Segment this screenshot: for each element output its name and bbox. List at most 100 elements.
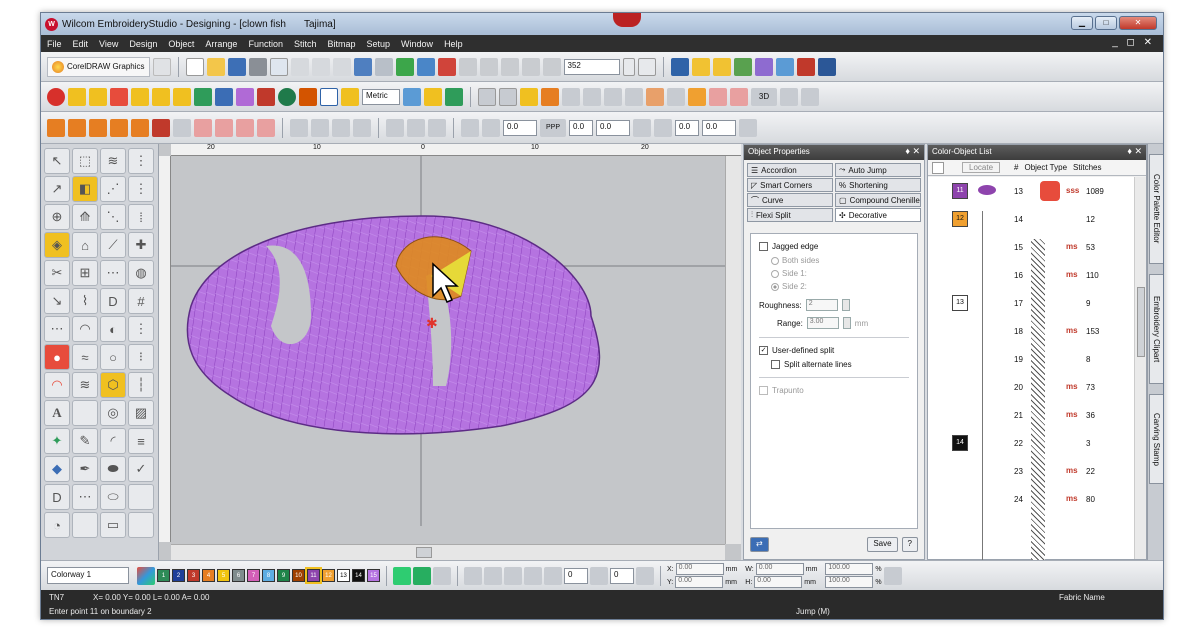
fill-tool-icon[interactable]: ◈: [44, 232, 70, 258]
tab-flexi-split[interactable]: ⫶ Flexi Split: [747, 208, 833, 222]
units-select[interactable]: Metric: [362, 88, 400, 105]
stitch-type-4-icon[interactable]: [541, 87, 559, 106]
rotate-input[interactable]: 0: [564, 567, 588, 584]
maximize-button[interactable]: □: [1095, 16, 1117, 30]
run-icon[interactable]: [110, 87, 128, 106]
pen-icon[interactable]: ✒: [72, 456, 98, 482]
knife-icon[interactable]: ✂: [44, 260, 70, 286]
rotate-left-icon[interactable]: [504, 566, 522, 585]
zoom-box-icon[interactable]: [637, 57, 656, 76]
y-input[interactable]: 0.00: [675, 576, 724, 588]
menu-stitch[interactable]: Stitch: [294, 39, 317, 49]
trapunto-checkbox[interactable]: [759, 386, 768, 395]
auto-length-icon[interactable]: [654, 118, 672, 137]
print-icon[interactable]: [248, 57, 267, 76]
effect-4-icon[interactable]: [110, 118, 128, 137]
tab-curve[interactable]: ⌒ Curve: [747, 193, 833, 207]
list-item[interactable]: 16 ms 110: [928, 261, 1134, 289]
color-grid-icon[interactable]: [712, 57, 731, 76]
team-names-icon[interactable]: [796, 57, 815, 76]
menu-function[interactable]: Function: [248, 39, 283, 49]
complex-fill-icon[interactable]: [173, 87, 191, 106]
menu-edit[interactable]: Edit: [73, 39, 89, 49]
object-tool-icon[interactable]: ⌂: [72, 232, 98, 258]
stitch-player-icon[interactable]: [395, 57, 414, 76]
color-swatch[interactable]: 5: [217, 569, 230, 582]
tab-auto-jump[interactable]: ⤳ Auto Jump: [835, 163, 921, 177]
transform-icon[interactable]: [636, 566, 654, 585]
stitch-type-10-icon[interactable]: [667, 87, 685, 106]
blank-tool-icon[interactable]: [72, 400, 98, 426]
proportional-lock-icon[interactable]: [883, 566, 902, 585]
travel-icon[interactable]: [416, 57, 435, 76]
show-bitmap-icon[interactable]: [437, 57, 456, 76]
fill-stitch-2-icon[interactable]: [482, 118, 500, 137]
range-input[interactable]: 3.00: [806, 317, 839, 329]
list-item[interactable]: 24 ms 80: [928, 485, 1134, 513]
column-a-icon[interactable]: [194, 87, 212, 106]
align-tool-icon[interactable]: ⊕: [44, 204, 70, 230]
loop-icon[interactable]: ◔: [44, 512, 70, 538]
effect-7-icon[interactable]: [173, 118, 191, 137]
h-input[interactable]: 0.00: [754, 576, 803, 588]
number-312-icon[interactable]: ⋯: [72, 484, 98, 510]
slant-icon[interactable]: [590, 566, 608, 585]
print-preview-icon[interactable]: [269, 57, 288, 76]
wave-stitch-icon[interactable]: ≈: [72, 344, 98, 370]
zigzag-icon[interactable]: ⟋: [100, 232, 126, 258]
ppp-input[interactable]: 0.0: [569, 119, 593, 136]
color-palette-icon[interactable]: [137, 566, 155, 585]
rotate-right-icon[interactable]: [524, 566, 542, 585]
stitch-type-7-icon[interactable]: [604, 87, 622, 106]
blank-4-icon[interactable]: [128, 512, 154, 538]
apply-icon[interactable]: ⇄: [750, 536, 769, 552]
stitch-type-15-icon[interactable]: [801, 87, 819, 106]
canvas-vertical-scrollbar[interactable]: [725, 156, 741, 544]
arc-icon[interactable]: ◠: [44, 372, 70, 398]
half-circle-icon[interactable]: ◐: [100, 316, 126, 342]
color-object-list-icon[interactable]: [733, 57, 752, 76]
color-swatch[interactable]: 13: [337, 569, 350, 582]
list-item[interactable]: 20 ms 73: [928, 373, 1134, 401]
panel-pin-close[interactable]: ♦ ✕: [1127, 146, 1142, 157]
tab-color-palette-editor[interactable]: Color Palette Editor: [1149, 154, 1163, 264]
input-b-icon[interactable]: [68, 87, 86, 106]
w-input[interactable]: 0.00: [755, 563, 804, 575]
jagged-edge-checkbox[interactable]: [759, 242, 768, 251]
auto-spacing-icon[interactable]: [633, 118, 651, 137]
fill-stitch-1-icon[interactable]: [461, 118, 479, 137]
coreldraw-graphics-button[interactable]: CorelDRAW Graphics: [47, 56, 150, 77]
split-alternate-checkbox[interactable]: [771, 360, 780, 369]
spacing-input[interactable]: 0.0: [503, 119, 537, 136]
save-icon[interactable]: [227, 57, 246, 76]
weave-icon[interactable]: ⋯: [100, 260, 126, 286]
list-item[interactable]: 14 12: [928, 205, 1134, 233]
stitch-type-14-icon[interactable]: [780, 87, 798, 106]
hatch-icon[interactable]: ▨: [128, 400, 154, 426]
sequin-icon[interactable]: ◍: [128, 260, 154, 286]
input-tool-icon[interactable]: ◧: [72, 176, 98, 202]
list-item[interactable]: 15 ms 53: [928, 233, 1134, 261]
zoom-factor-input[interactable]: 352: [563, 58, 620, 75]
effect-10-icon[interactable]: [236, 118, 254, 137]
menu-help[interactable]: Help: [444, 39, 463, 49]
cross-icon[interactable]: ✚: [128, 232, 154, 258]
input-c-icon[interactable]: [89, 87, 107, 106]
thread-icon[interactable]: [413, 566, 431, 585]
paste-icon[interactable]: [332, 57, 351, 76]
user-defined-split-checkbox[interactable]: ✓: [759, 346, 768, 355]
chain-icon[interactable]: ⁞: [128, 204, 154, 230]
effect-9-icon[interactable]: [215, 118, 233, 137]
list-item[interactable]: 17 9: [928, 289, 1134, 317]
color-swatch[interactable]: 1: [157, 569, 170, 582]
list-item[interactable]: 18 ms 153: [928, 317, 1134, 345]
color-swatch[interactable]: 11: [305, 567, 322, 584]
menu-design[interactable]: Design: [129, 39, 157, 49]
circle-shape-icon[interactable]: [278, 87, 296, 106]
stitch-type-8-icon[interactable]: [625, 87, 643, 106]
color-swatch[interactable]: 8: [262, 569, 275, 582]
stitch-type-12-icon[interactable]: [709, 87, 727, 106]
corner-icon[interactable]: ◜: [100, 428, 126, 454]
block-icon[interactable]: [236, 87, 254, 106]
check-icon[interactable]: ✓: [128, 456, 154, 482]
